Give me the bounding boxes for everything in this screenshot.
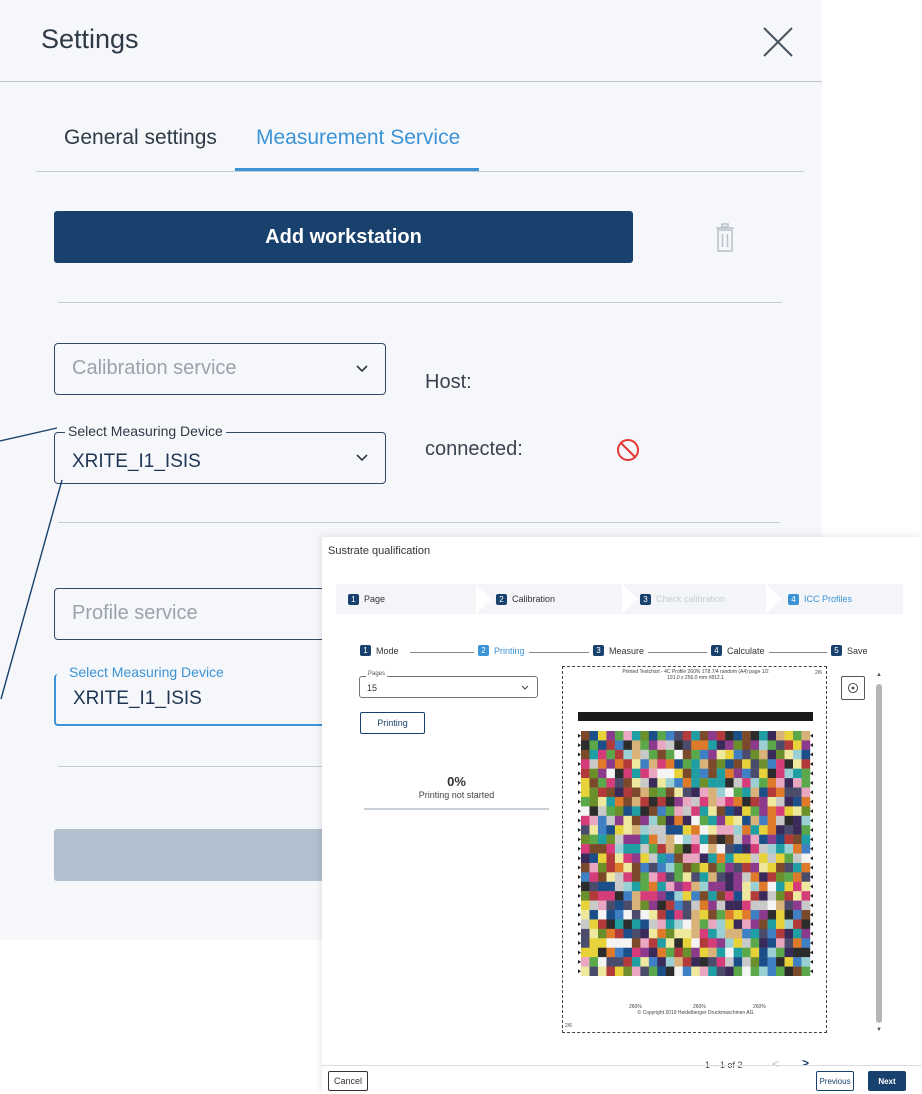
substep-calculate: 4 Calculate: [707, 645, 769, 656]
substep-label: Measure: [609, 645, 645, 656]
step-check-calibration[interactable]: 3 Check calibration: [640, 584, 725, 614]
dialog-footer-divider: [322, 1065, 922, 1066]
preview-title-line: 191.0 x 256.0 mm #812.1: [667, 675, 724, 681]
add-workstation-button[interactable]: Add workstation: [54, 211, 633, 263]
substep-save: 5 Save: [827, 645, 872, 656]
substep-label: Calculate: [727, 645, 765, 656]
testchart-preview: Printed Testchart - 4C Profile 260% 1T8.…: [562, 666, 827, 1033]
trash-icon[interactable]: [713, 222, 737, 254]
printing-button[interactable]: Printing: [360, 712, 425, 734]
preview-corner-label: 2/6: [815, 670, 822, 676]
chevron-left-icon[interactable]: <: [772, 1057, 779, 1071]
step-page[interactable]: 1 Page: [348, 584, 385, 614]
close-icon[interactable]: [760, 24, 796, 60]
substep-number: 1: [360, 645, 371, 656]
chevron-down-icon: [356, 454, 368, 462]
wizard-steps: 1 Page 2 Calibration 3 Check calibration…: [336, 584, 903, 614]
chevron-down-icon: [521, 685, 529, 690]
calibration-measuring-device-select[interactable]: Select Measuring Device XRITE_I1_ISIS: [54, 423, 386, 484]
chevron-right-icon: [476, 584, 492, 614]
step-icc-profiles[interactable]: 4 ICC Profiles: [788, 584, 852, 614]
scroll-down-icon[interactable]: ▼: [876, 1027, 882, 1033]
step-label: ICC Profiles: [804, 594, 853, 604]
step-number: 3: [640, 593, 651, 605]
profile-service-placeholder: Profile service: [72, 602, 198, 624]
divider: [58, 302, 782, 303]
substeps: 1 Mode 2 Printing 3 Measure 4 Calculate …: [360, 645, 872, 659]
previous-button[interactable]: Previous: [816, 1071, 854, 1091]
divider: [58, 766, 322, 767]
preview-title: Printed Testchart - 4C Profile 260% 1T8.…: [563, 669, 828, 681]
disconnected-icon: [617, 439, 639, 461]
divider: [58, 522, 780, 523]
dialog-title: Sustrate qualification: [328, 545, 431, 557]
page-title: Settings: [41, 24, 139, 54]
progress-percent: 0%: [447, 774, 466, 789]
chevron-right-icon: [622, 584, 638, 614]
preview-copyright: © Copyright 2019 Heidelberger Druckmasch…: [637, 1010, 754, 1016]
color-patch-grid: [578, 731, 813, 976]
tab-measurement-service[interactable]: Measurement Service: [256, 126, 460, 150]
pages-value: 15: [367, 683, 378, 693]
host-label: Host:: [425, 371, 472, 393]
substep-label: Save: [847, 645, 868, 656]
scroll-up-icon[interactable]: ▲: [876, 672, 882, 678]
connected-label: connected:: [425, 438, 523, 460]
step-calibration[interactable]: 2 Calibration: [496, 584, 555, 614]
substep-number: 3: [593, 645, 604, 656]
step-number: 4: [788, 593, 799, 605]
calibration-service-placeholder: Calibration service: [72, 357, 237, 379]
progress-bar: [364, 808, 549, 810]
substep-number: 5: [831, 645, 842, 656]
measuring-device-value: XRITE_I1_ISIS: [73, 688, 202, 709]
substep-label: Printing: [494, 645, 525, 656]
zoom-fit-icon[interactable]: [841, 676, 865, 700]
step-label: Page: [364, 594, 386, 604]
tab-general-settings[interactable]: General settings: [64, 126, 217, 150]
chevron-right-icon: [766, 584, 782, 614]
chevron-down-icon: [356, 365, 368, 373]
step-label: Check calibration: [656, 594, 726, 604]
measuring-device-value: XRITE_I1_ISIS: [72, 451, 201, 472]
step-number: 1: [348, 593, 359, 605]
measuring-device-label: Select Measuring Device: [66, 664, 227, 680]
cancel-button[interactable]: Cancel: [328, 1071, 368, 1091]
substep-number: 4: [711, 645, 722, 656]
next-button[interactable]: Next: [868, 1071, 906, 1091]
substep-mode: 1 Mode: [360, 645, 403, 656]
active-tab-indicator: [235, 168, 479, 171]
substep-measure: 3 Measure: [589, 645, 649, 656]
substep-printing: 2 Printing: [474, 645, 529, 656]
save-button[interactable]: [54, 829, 354, 881]
substrate-qualification-dialog: Sustrate qualification 1 Page 2 Calibrat…: [322, 537, 922, 1094]
settings-tabs: General settings Measurement Service: [36, 108, 804, 172]
step-number: 2: [496, 593, 507, 605]
pages-select[interactable]: Pages 15: [359, 671, 538, 698]
substep-label: Mode: [376, 645, 399, 656]
calibration-service-select[interactable]: Calibration service: [54, 343, 386, 395]
progress-status: Printing not started: [418, 790, 495, 800]
scrollbar-thumb[interactable]: [876, 684, 882, 1023]
settings-header: Settings: [0, 0, 822, 82]
measuring-device-label: Select Measuring Device: [65, 423, 226, 439]
preview-black-bar: [578, 712, 813, 721]
chevron-right-icon[interactable]: >: [802, 1056, 809, 1070]
preview-bottom-corner: 2/6: [565, 1023, 572, 1029]
substep-number: 2: [478, 645, 489, 656]
pages-label: Pages: [366, 671, 388, 677]
step-label: Calibration: [512, 594, 556, 604]
